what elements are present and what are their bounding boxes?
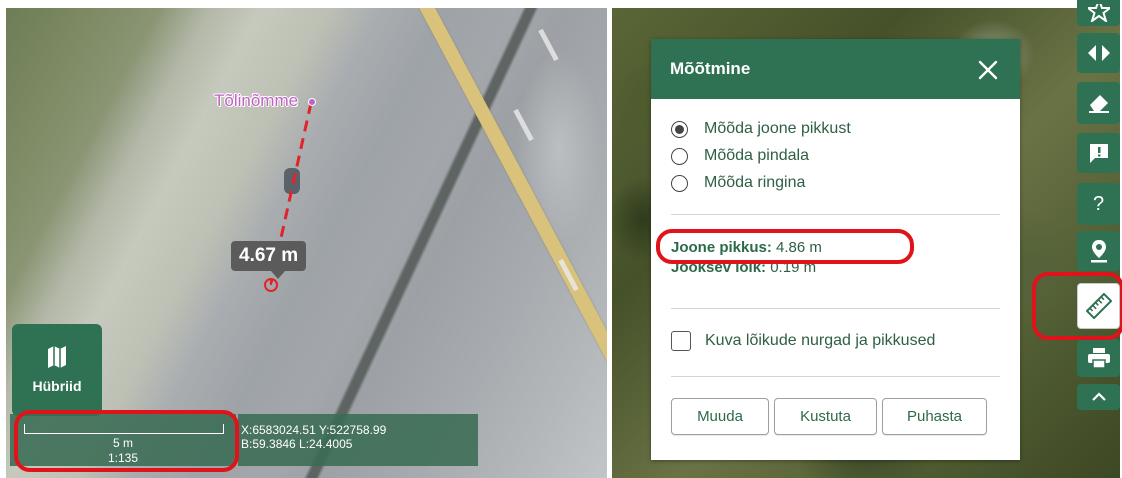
radio-measure-length[interactable]: Mõõda joone pikkust <box>671 118 851 140</box>
radio-button[interactable] <box>671 120 688 138</box>
radio-selected-dot <box>675 124 684 134</box>
chevron-up-icon <box>1091 392 1106 401</box>
radio-label: Mõõda ringina <box>704 174 806 191</box>
feedback-button[interactable] <box>1077 133 1120 173</box>
compare-button[interactable] <box>1077 33 1120 73</box>
radio-button[interactable] <box>671 174 688 192</box>
radio-measure-circle[interactable]: Mõõda ringina <box>671 172 805 194</box>
basemap-button[interactable]: Hübriid <box>12 324 102 416</box>
edit-button[interactable]: Muuda <box>671 398 769 435</box>
radio-button[interactable] <box>671 147 688 165</box>
collapse-toolbar-button[interactable] <box>1077 384 1120 410</box>
help-button[interactable]: ? <box>1077 183 1120 225</box>
coordinates-readout: X:6583024.51 Y:522758.99 B:59.3846 L:24.… <box>238 414 478 466</box>
divider <box>671 214 1000 215</box>
print-button[interactable] <box>1077 339 1120 377</box>
basemap-label: Hübriid <box>32 378 82 394</box>
map-view-left[interactable]: Tõlinõmme 4.67 m Hübriid 5 m 1:135 X:658… <box>6 8 607 478</box>
eraser-button[interactable] <box>1077 82 1120 124</box>
swap-icon <box>1087 45 1110 61</box>
highlight-measure-tool <box>1032 272 1122 340</box>
help-icon: ? <box>1092 192 1105 215</box>
delete-button[interactable]: Kustuta <box>774 398 877 435</box>
highlight-line-length <box>656 229 914 264</box>
show-segments-checkbox-row[interactable]: Kuva lõikude nurgad ja pikkused <box>671 331 935 351</box>
feedback-icon <box>1089 144 1108 163</box>
radio-label: Mõõda joone pikkust <box>704 120 851 137</box>
coordinates-xy: X:6583024.51 Y:522758.99 <box>241 423 387 437</box>
close-icon[interactable] <box>976 58 1000 82</box>
dialog-title: Mõõtmine <box>670 59 751 78</box>
show-segments-checkbox[interactable] <box>671 331 691 351</box>
location-pin-icon <box>1090 240 1107 263</box>
divider <box>671 308 1000 309</box>
divider <box>671 376 1000 377</box>
clear-button[interactable]: Puhasta <box>882 398 987 435</box>
eraser-icon <box>1088 95 1109 113</box>
print-icon <box>1087 348 1110 368</box>
dialog-header: Mõõtmine <box>651 39 1020 99</box>
highlight-scale <box>14 410 239 472</box>
checkbox-label: Kuva lõikude nurgad ja pikkused <box>705 332 936 349</box>
coordinates-bl: B:59.3846 L:24.4005 <box>241 437 353 451</box>
radio-measure-area[interactable]: Mõõda pindala <box>671 145 809 167</box>
star-icon <box>1087 4 1110 22</box>
place-label: Tõlinõmme <box>214 91 299 110</box>
favorite-button[interactable] <box>1077 0 1120 26</box>
map-icon <box>48 346 66 368</box>
distance-tooltip: 4.67 m <box>231 241 307 279</box>
location-button[interactable] <box>1077 231 1120 271</box>
radio-label: Mõõda pindala <box>704 147 809 164</box>
